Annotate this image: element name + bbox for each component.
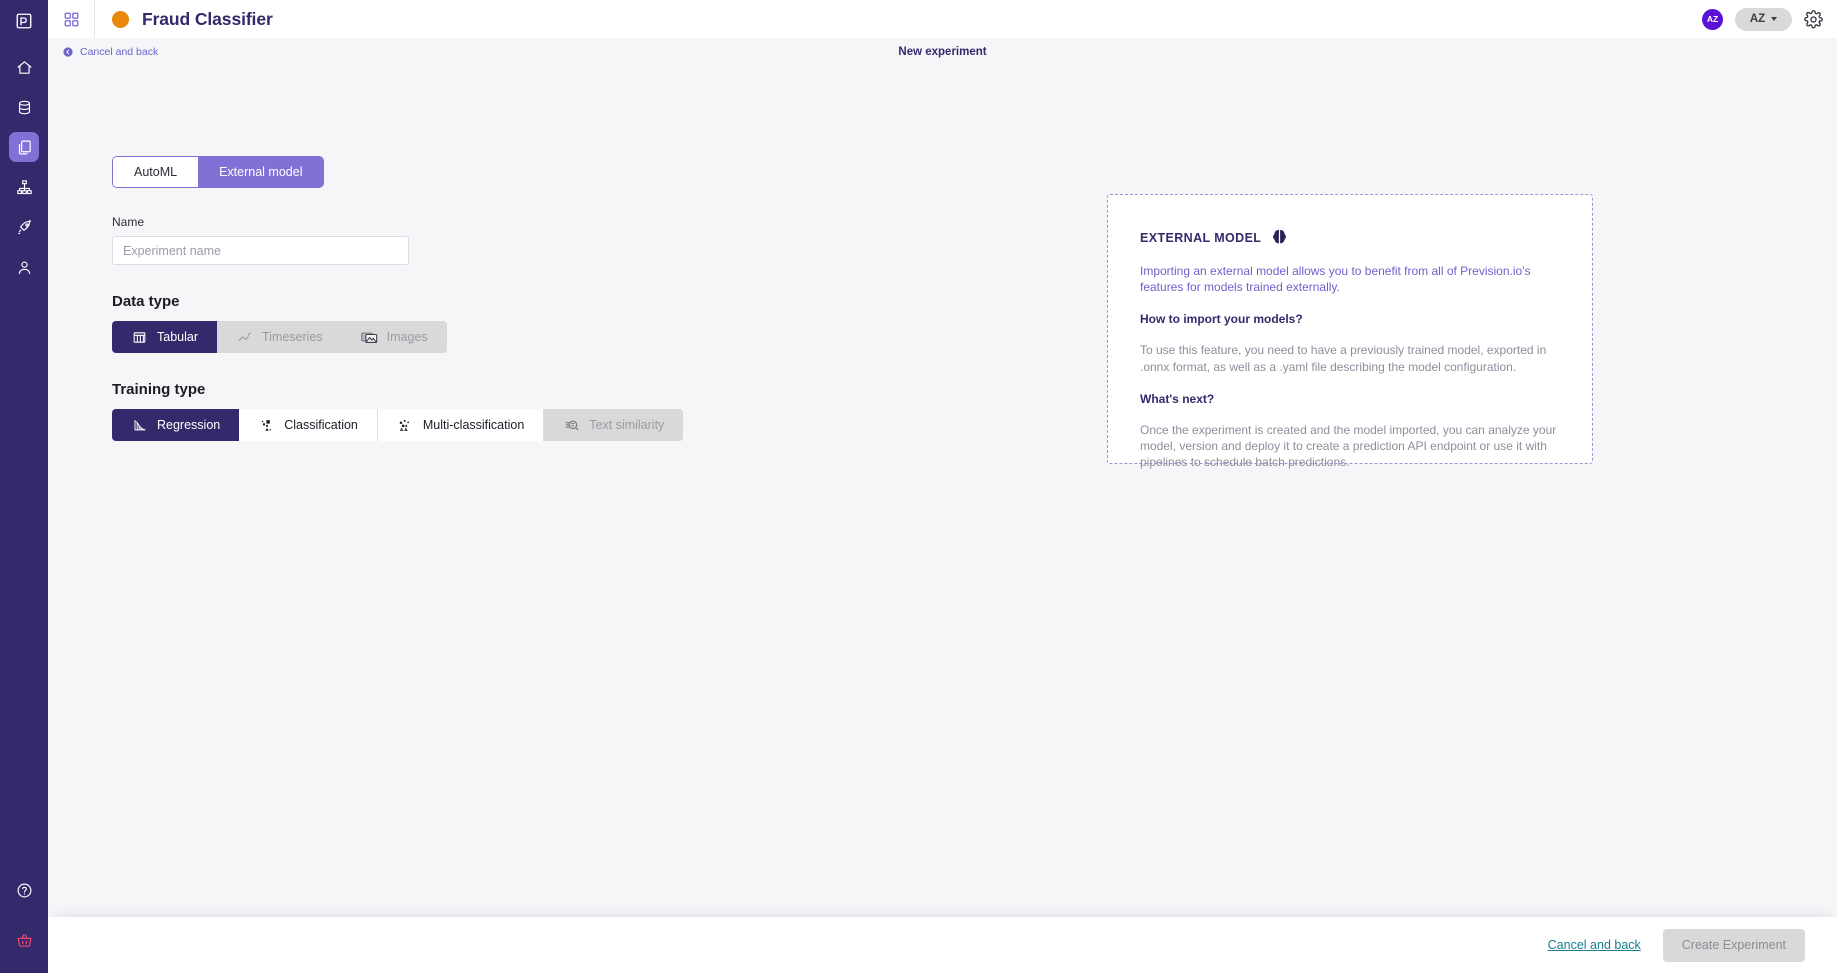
rail-nav-list	[0, 52, 48, 282]
data-type-label-tabular: Tabular	[157, 330, 198, 344]
help-icon[interactable]	[9, 875, 39, 905]
project-color-dot	[112, 10, 129, 28]
regression-icon	[131, 417, 148, 434]
mode-toggle-group: AutoML External model	[112, 156, 325, 188]
basket-icon[interactable]	[9, 925, 39, 955]
training-type-segmented-control: Regression Classification Multi-classifi…	[112, 409, 684, 441]
gear-icon[interactable]	[1804, 9, 1823, 29]
sub-header: Cancel and back New experiment	[48, 38, 1837, 66]
cancel-and-back-link-footer[interactable]: Cancel and back	[1548, 938, 1641, 952]
data-type-heading: Data type	[112, 293, 180, 310]
sidebar-item-account[interactable]	[9, 252, 39, 282]
main-region: Fraud Classifier AZ AZ Cancel and back N…	[48, 0, 1837, 973]
experiment-name-input[interactable]	[112, 236, 409, 265]
timeseries-icon	[236, 329, 253, 346]
left-nav-rail	[0, 0, 48, 973]
training-type-label-multi-classification: Multi-classification	[422, 418, 525, 432]
info-panel-section1-title: How to import your models?	[1140, 312, 1303, 327]
info-panel-section2-title: What's next?	[1140, 391, 1215, 406]
training-type-option-regression[interactable]: Regression	[112, 409, 240, 441]
training-type-option-text-similarity: Text similarity	[544, 409, 684, 441]
brain-icon	[1271, 229, 1288, 247]
name-field-label: Name	[112, 215, 145, 229]
external-model-info-panel: EXTERNAL MODEL Importing an external mod…	[1107, 194, 1593, 469]
experiment-form: AutoML External model Name Data type Tab…	[112, 156, 812, 441]
sub-header-title: New experiment	[898, 46, 987, 58]
form-footer: Cancel and back Create Experiment	[48, 917, 1837, 973]
data-type-option-timeseries: Timeseries	[217, 321, 342, 353]
text-similarity-icon	[563, 417, 580, 434]
classification-icon	[258, 417, 275, 434]
info-panel-section2-body: Once the experiment is created and the m…	[1140, 422, 1557, 470]
mode-option-automl[interactable]: AutoML	[113, 157, 199, 187]
top-bar: Fraud Classifier AZ AZ	[48, 0, 1837, 38]
info-panel-heading: EXTERNAL MODEL	[1140, 231, 1262, 245]
mode-option-external-model[interactable]: External model	[198, 157, 324, 187]
avatar[interactable]: AZ	[1702, 8, 1723, 30]
training-type-label-regression: Regression	[157, 418, 221, 432]
training-type-label-text-similarity: Text similarity	[589, 418, 665, 432]
rail-bottom-group	[0, 875, 48, 973]
sidebar-item-experiments[interactable]	[9, 132, 39, 162]
prevision-logo[interactable]	[0, 2, 48, 40]
data-type-label-images: Images	[386, 330, 428, 344]
info-panel-intro: Importing an external model allows you t…	[1140, 264, 1531, 295]
form-body: AutoML External model Name Data type Tab…	[48, 66, 1837, 917]
images-icon	[360, 329, 378, 346]
sidebar-item-data[interactable]	[9, 92, 39, 122]
multi-classification-icon	[397, 417, 414, 434]
sidebar-item-pipelines[interactable]	[9, 172, 39, 202]
grid-apps-icon[interactable]	[48, 0, 94, 38]
info-panel-heading-row: EXTERNAL MODEL	[1140, 229, 1560, 247]
training-type-option-classification[interactable]: Classification	[239, 409, 378, 441]
data-type-label-timeseries: Timeseries	[262, 330, 323, 344]
create-experiment-button[interactable]: Create Experiment	[1662, 928, 1805, 962]
topbar-divider	[94, 0, 95, 38]
info-panel-section1-body: To use this feature, you need to have a …	[1140, 343, 1547, 374]
data-type-option-tabular[interactable]: Tabular	[112, 321, 217, 353]
user-menu-label: AZ	[1749, 13, 1766, 25]
cancel-and-back-label: Cancel and back	[80, 46, 159, 58]
data-type-option-images: Images	[341, 321, 447, 353]
table-icon	[131, 329, 148, 346]
training-type-heading: Training type	[112, 381, 206, 398]
cancel-and-back-link-top[interactable]: Cancel and back	[63, 46, 158, 58]
training-type-label-classification: Classification	[284, 418, 358, 432]
back-arrow-icon	[63, 47, 73, 57]
data-type-segmented-control: Tabular Timeseries Images	[112, 321, 447, 353]
topbar-right-group: AZ AZ	[1702, 7, 1837, 31]
user-menu-button[interactable]: AZ	[1735, 7, 1792, 31]
page-title: Fraud Classifier	[142, 8, 273, 29]
chevron-down-icon	[1771, 17, 1778, 21]
training-type-option-multi-classification[interactable]: Multi-classification	[377, 409, 545, 441]
sidebar-item-home[interactable]	[9, 52, 39, 82]
sidebar-item-deployments[interactable]	[9, 212, 39, 242]
